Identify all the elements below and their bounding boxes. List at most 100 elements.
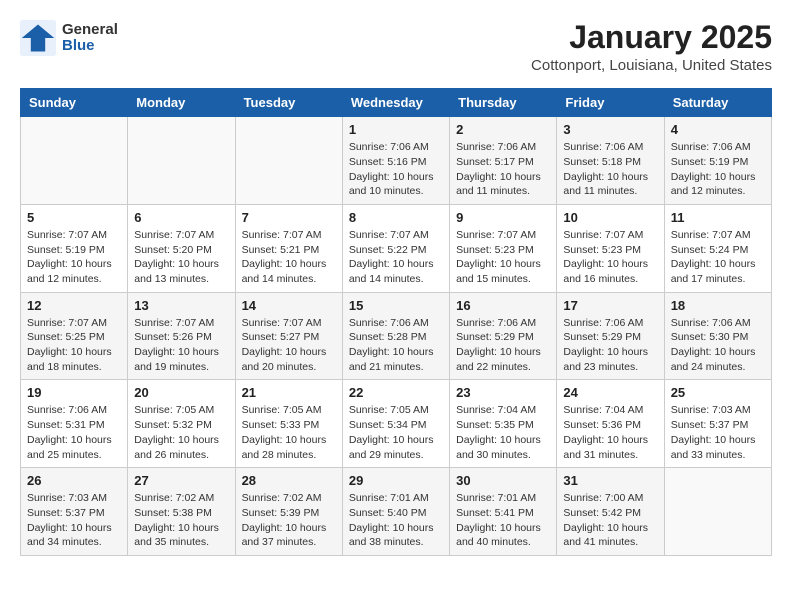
- calendar-week-row: 1 Sunrise: 7:06 AM Sunset: 5:16 PM Daylig…: [21, 117, 772, 205]
- calendar-title: January 2025: [531, 20, 772, 55]
- page: General Blue January 2025 Cottonport, Lo…: [0, 0, 792, 566]
- day-info: Sunrise: 7:07 AM Sunset: 5:21 PM Dayligh…: [242, 228, 336, 287]
- logo-text: General Blue: [62, 22, 118, 55]
- day-info: Sunrise: 7:06 AM Sunset: 5:29 PM Dayligh…: [563, 316, 657, 375]
- day-number: 30: [456, 473, 550, 488]
- day-number: 19: [27, 385, 121, 400]
- day-number: 6: [134, 210, 228, 225]
- day-number: 20: [134, 385, 228, 400]
- day-number: 28: [242, 473, 336, 488]
- table-row: 19 Sunrise: 7:06 AM Sunset: 5:31 PM Dayli…: [21, 380, 128, 468]
- logo-blue: Blue: [62, 38, 118, 55]
- table-row: 27 Sunrise: 7:02 AM Sunset: 5:38 PM Dayli…: [128, 468, 235, 556]
- col-saturday: Saturday: [664, 89, 771, 117]
- day-number: 17: [563, 298, 657, 313]
- day-info: Sunrise: 7:01 AM Sunset: 5:41 PM Dayligh…: [456, 491, 550, 550]
- day-info: Sunrise: 7:05 AM Sunset: 5:33 PM Dayligh…: [242, 403, 336, 462]
- day-info: Sunrise: 7:07 AM Sunset: 5:23 PM Dayligh…: [456, 228, 550, 287]
- calendar-week-row: 12 Sunrise: 7:07 AM Sunset: 5:25 PM Dayli…: [21, 292, 772, 380]
- day-info: Sunrise: 7:07 AM Sunset: 5:23 PM Dayligh…: [563, 228, 657, 287]
- table-row: 26 Sunrise: 7:03 AM Sunset: 5:37 PM Dayli…: [21, 468, 128, 556]
- table-row: 5 Sunrise: 7:07 AM Sunset: 5:19 PM Daylig…: [21, 204, 128, 292]
- day-number: 31: [563, 473, 657, 488]
- table-row: 3Sunrise: 7:06 AM Sunset: 5:18 PM Daylig…: [557, 117, 664, 205]
- day-info: Sunrise: 7:06 AM Sunset: 5:29 PM Dayligh…: [456, 316, 550, 375]
- table-row: [664, 468, 771, 556]
- table-row: 14 Sunrise: 7:07 AM Sunset: 5:27 PM Dayli…: [235, 292, 342, 380]
- table-row: 11Sunrise: 7:07 AM Sunset: 5:24 PM Dayli…: [664, 204, 771, 292]
- logo-icon: [20, 20, 56, 56]
- day-info: Sunrise: 7:02 AM Sunset: 5:39 PM Dayligh…: [242, 491, 336, 550]
- day-info: Sunrise: 7:06 AM Sunset: 5:28 PM Dayligh…: [349, 316, 443, 375]
- day-info: Sunrise: 7:06 AM Sunset: 5:31 PM Dayligh…: [27, 403, 121, 462]
- day-number: 24: [563, 385, 657, 400]
- table-row: 17 Sunrise: 7:06 AM Sunset: 5:29 PM Dayli…: [557, 292, 664, 380]
- logo-general: General: [62, 22, 118, 39]
- table-row: 28 Sunrise: 7:02 AM Sunset: 5:39 PM Dayli…: [235, 468, 342, 556]
- table-row: 31 Sunrise: 7:00 AM Sunset: 5:42 PM Dayli…: [557, 468, 664, 556]
- table-row: 18 Sunrise: 7:06 AM Sunset: 5:30 PM Dayli…: [664, 292, 771, 380]
- day-number: 18: [671, 298, 765, 313]
- day-info: Sunrise: 7:03 AM Sunset: 5:37 PM Dayligh…: [27, 491, 121, 550]
- day-number: 4: [671, 122, 765, 137]
- day-number: 26: [27, 473, 121, 488]
- day-info: Sunrise: 7:05 AM Sunset: 5:32 PM Dayligh…: [134, 403, 228, 462]
- day-info: Sunrise: 7:04 AM Sunset: 5:35 PM Dayligh…: [456, 403, 550, 462]
- day-number: 2: [456, 122, 550, 137]
- table-row: [21, 117, 128, 205]
- day-number: 9: [456, 210, 550, 225]
- header: General Blue January 2025 Cottonport, Lo…: [20, 20, 772, 74]
- table-row: 30 Sunrise: 7:01 AM Sunset: 5:41 PM Dayli…: [450, 468, 557, 556]
- day-info: Sunrise: 7:06 AM Sunset: 5:16 PM Dayligh…: [349, 140, 443, 199]
- table-row: 16 Sunrise: 7:06 AM Sunset: 5:29 PM Dayli…: [450, 292, 557, 380]
- calendar-subtitle: Cottonport, Louisiana, United States: [531, 57, 772, 74]
- table-row: 15 Sunrise: 7:06 AM Sunset: 5:28 PM Dayli…: [342, 292, 449, 380]
- table-row: 9 Sunrise: 7:07 AM Sunset: 5:23 PM Daylig…: [450, 204, 557, 292]
- day-number: 1: [349, 122, 443, 137]
- day-number: 13: [134, 298, 228, 313]
- calendar-week-row: 19 Sunrise: 7:06 AM Sunset: 5:31 PM Dayli…: [21, 380, 772, 468]
- table-row: 22 Sunrise: 7:05 AM Sunset: 5:34 PM Dayli…: [342, 380, 449, 468]
- table-row: 2 Sunrise: 7:06 AM Sunset: 5:17 PM Daylig…: [450, 117, 557, 205]
- day-number: 25: [671, 385, 765, 400]
- col-wednesday: Wednesday: [342, 89, 449, 117]
- table-row: 1 Sunrise: 7:06 AM Sunset: 5:16 PM Daylig…: [342, 117, 449, 205]
- day-info: Sunrise: 7:04 AM Sunset: 5:36 PM Dayligh…: [563, 403, 657, 462]
- calendar-table: Sunday Monday Tuesday Wednesday Thursday…: [20, 88, 772, 556]
- table-row: 7Sunrise: 7:07 AM Sunset: 5:21 PM Daylig…: [235, 204, 342, 292]
- table-row: 23 Sunrise: 7:04 AM Sunset: 5:35 PM Dayli…: [450, 380, 557, 468]
- table-row: [235, 117, 342, 205]
- day-number: 15: [349, 298, 443, 313]
- day-number: 22: [349, 385, 443, 400]
- day-number: 14: [242, 298, 336, 313]
- day-number: 29: [349, 473, 443, 488]
- day-number: 5: [27, 210, 121, 225]
- day-info: Sunrise: 7:02 AM Sunset: 5:38 PM Dayligh…: [134, 491, 228, 550]
- day-info: Sunrise: 7:07 AM Sunset: 5:27 PM Dayligh…: [242, 316, 336, 375]
- title-block: January 2025 Cottonport, Louisiana, Unit…: [531, 20, 772, 74]
- day-number: 12: [27, 298, 121, 313]
- day-info: Sunrise: 7:07 AM Sunset: 5:19 PM Dayligh…: [27, 228, 121, 287]
- col-monday: Monday: [128, 89, 235, 117]
- day-info: Sunrise: 7:06 AM Sunset: 5:30 PM Dayligh…: [671, 316, 765, 375]
- day-info: Sunrise: 7:07 AM Sunset: 5:22 PM Dayligh…: [349, 228, 443, 287]
- calendar-week-row: 5 Sunrise: 7:07 AM Sunset: 5:19 PM Daylig…: [21, 204, 772, 292]
- day-info: Sunrise: 7:00 AM Sunset: 5:42 PM Dayligh…: [563, 491, 657, 550]
- calendar-header-row: Sunday Monday Tuesday Wednesday Thursday…: [21, 89, 772, 117]
- day-info: Sunrise: 7:01 AM Sunset: 5:40 PM Dayligh…: [349, 491, 443, 550]
- day-number: 23: [456, 385, 550, 400]
- table-row: 8Sunrise: 7:07 AM Sunset: 5:22 PM Daylig…: [342, 204, 449, 292]
- table-row: 29 Sunrise: 7:01 AM Sunset: 5:40 PM Dayli…: [342, 468, 449, 556]
- table-row: 10Sunrise: 7:07 AM Sunset: 5:23 PM Dayli…: [557, 204, 664, 292]
- day-info: Sunrise: 7:07 AM Sunset: 5:25 PM Dayligh…: [27, 316, 121, 375]
- table-row: 4Sunrise: 7:06 AM Sunset: 5:19 PM Daylig…: [664, 117, 771, 205]
- day-info: Sunrise: 7:05 AM Sunset: 5:34 PM Dayligh…: [349, 403, 443, 462]
- col-friday: Friday: [557, 89, 664, 117]
- day-number: 27: [134, 473, 228, 488]
- col-tuesday: Tuesday: [235, 89, 342, 117]
- day-info: Sunrise: 7:06 AM Sunset: 5:17 PM Dayligh…: [456, 140, 550, 199]
- col-sunday: Sunday: [21, 89, 128, 117]
- calendar-week-row: 26 Sunrise: 7:03 AM Sunset: 5:37 PM Dayli…: [21, 468, 772, 556]
- day-number: 16: [456, 298, 550, 313]
- logo: General Blue: [20, 20, 118, 56]
